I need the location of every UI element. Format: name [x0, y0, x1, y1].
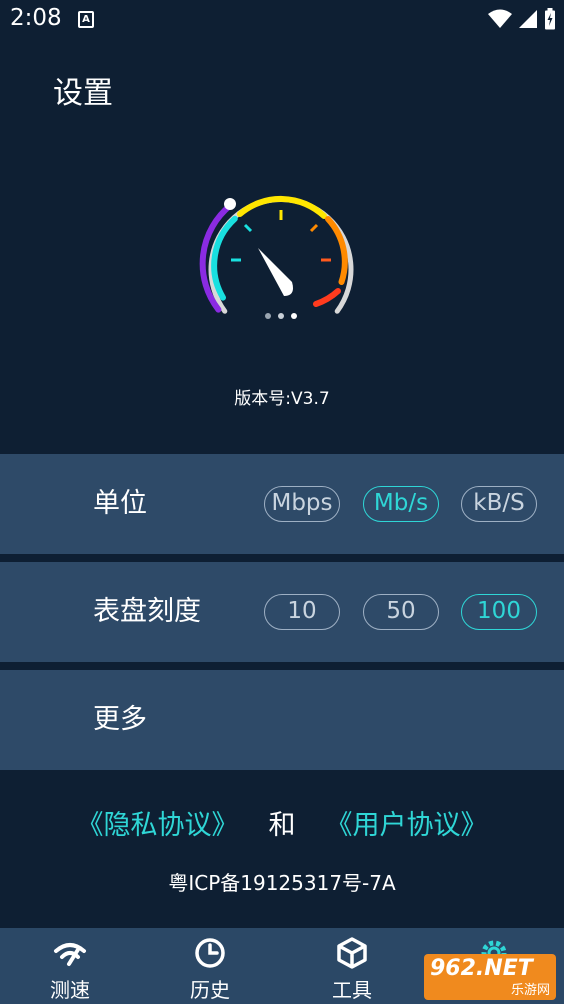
more-setting-row[interactable]: 更多 [0, 670, 564, 770]
watermark-text: 962.NET [430, 956, 533, 981]
unit-label: 单位 [93, 488, 147, 519]
nav-history[interactable]: 历史 [160, 928, 260, 1004]
status-time: 2:08 [10, 5, 62, 31]
status-bar: 2:08 A [0, 0, 564, 40]
wifi-icon [488, 9, 512, 28]
notification-icon: A [78, 11, 94, 28]
speedometer-logo [199, 195, 354, 319]
version-label: 版本号:V3.7 [234, 389, 330, 409]
status-icons [488, 8, 556, 30]
nav-tools[interactable]: 工具 [302, 928, 402, 1004]
user-agreement-link[interactable]: 《用户协议》 [326, 810, 488, 841]
signal-icon [519, 10, 537, 28]
unit-option-mb-per-s[interactable]: Mb/s [363, 486, 439, 522]
dial-scale-option-10[interactable]: 10 [264, 594, 340, 630]
tools-cube-icon [337, 937, 367, 969]
unit-setting-row: 单位 Mbps Mb/s kB/S [0, 454, 564, 554]
nav-label-history: 历史 [190, 978, 230, 1002]
agreements: 《隐私协议》和《用户协议》 [0, 803, 564, 842]
dial-scale-option-100[interactable]: 100 [461, 594, 537, 630]
agreements-and: 和 [268, 810, 296, 841]
history-icon [195, 938, 225, 968]
bottom-nav: 测速 历史 工具 设置 962.NET 乐游网 [0, 928, 564, 1004]
page-title: 设置 [53, 76, 113, 111]
battery-icon [545, 8, 555, 30]
dial-scale-setting-row: 表盘刻度 10 50 100 [0, 562, 564, 662]
watermark-subtext: 乐游网 [510, 983, 550, 998]
more-label: 更多 [93, 704, 147, 735]
icp-number: 粤ICP备19125317号-7A [168, 871, 396, 895]
unit-option-mbps[interactable]: Mbps [264, 486, 340, 522]
speed-icon [54, 943, 86, 966]
privacy-policy-link[interactable]: 《隐私协议》 [77, 810, 239, 841]
dial-scale-label: 表盘刻度 [93, 596, 201, 627]
nav-label-speed-test: 测速 [50, 978, 90, 1002]
nav-label-tools: 工具 [332, 978, 372, 1002]
dial-scale-option-50[interactable]: 50 [363, 594, 439, 630]
nav-speed-test[interactable]: 测速 [20, 928, 120, 1004]
unit-option-kb-per-s[interactable]: kB/S [461, 486, 537, 522]
watermark-logo: 962.NET 乐游网 [424, 954, 556, 1000]
